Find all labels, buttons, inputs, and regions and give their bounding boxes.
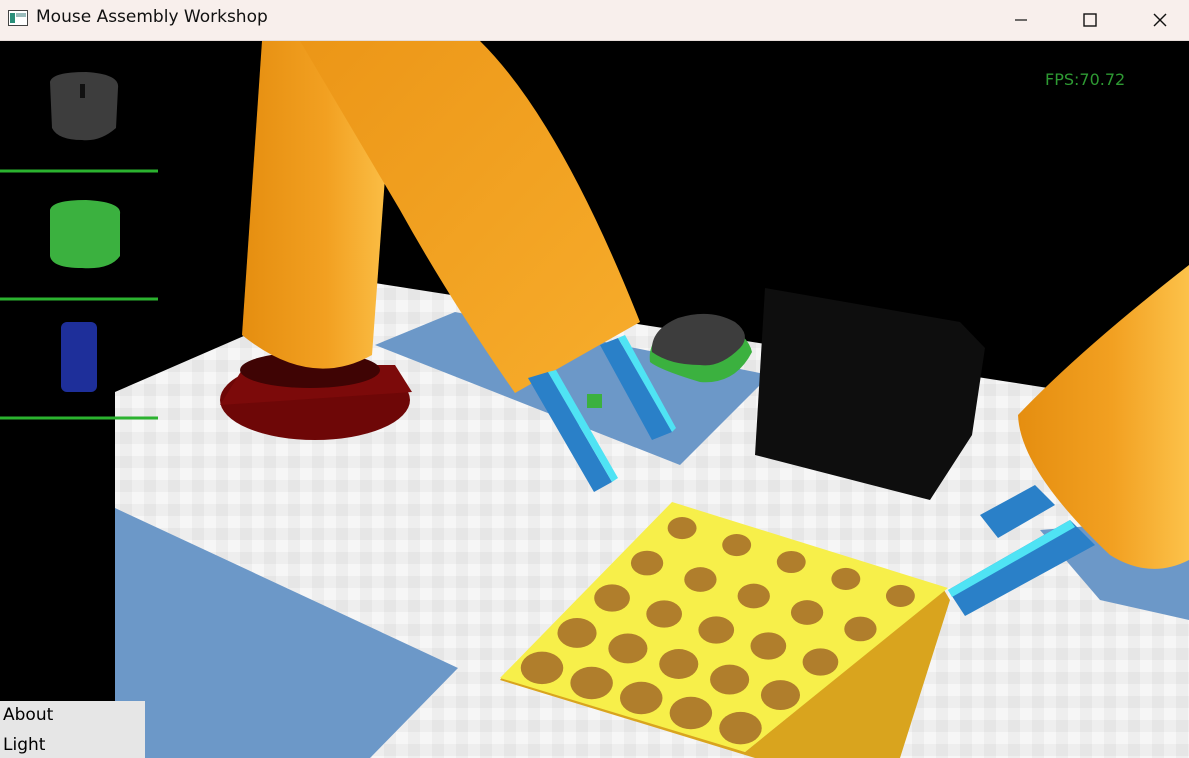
tray-hole xyxy=(776,550,806,574)
tray-hole xyxy=(722,533,752,557)
tray-hole xyxy=(646,600,683,628)
tray-hole xyxy=(737,583,770,609)
tray-hole xyxy=(831,567,861,591)
tray-hole xyxy=(684,567,717,592)
palette-part-base-shell[interactable] xyxy=(50,200,121,269)
minimize-icon xyxy=(1015,19,1027,21)
scene-viewport[interactable] xyxy=(0,41,1189,758)
palette-part-top-shell[interactable] xyxy=(50,72,119,141)
maximize-icon xyxy=(1083,13,1097,27)
maximize-button[interactable] xyxy=(1067,0,1113,40)
tray-hole xyxy=(557,618,597,648)
menu-item-about[interactable]: About xyxy=(3,705,53,725)
fps-counter: FPS:70.72 xyxy=(1045,70,1126,89)
tray-hole xyxy=(667,517,697,540)
parts-palette xyxy=(0,41,158,421)
tray-hole xyxy=(570,666,613,700)
title-bar: Mouse Assembly Workshop xyxy=(0,0,1189,41)
tray-hole xyxy=(719,711,762,745)
close-icon xyxy=(1153,13,1167,27)
tray-hole xyxy=(669,696,713,730)
target-marker xyxy=(587,394,602,408)
tray-hole xyxy=(608,633,648,664)
tray-hole xyxy=(790,600,824,625)
menu-item-light[interactable]: Light xyxy=(3,735,45,755)
palette-part-wheel[interactable] xyxy=(61,322,97,392)
minimize-button[interactable] xyxy=(998,0,1044,40)
tray-hole xyxy=(594,584,630,612)
tray-hole xyxy=(620,681,663,715)
tray-hole xyxy=(710,664,750,695)
tray-hole xyxy=(844,616,877,642)
tray-hole xyxy=(520,651,564,685)
window-title: Mouse Assembly Workshop xyxy=(36,7,268,27)
app-icon xyxy=(8,10,28,26)
tray-hole xyxy=(885,584,915,607)
tray-hole xyxy=(802,648,839,676)
tray-hole xyxy=(659,649,699,679)
tray-hole xyxy=(698,616,735,644)
close-button[interactable] xyxy=(1137,0,1183,40)
context-menu: About Light xyxy=(0,701,145,758)
tray-hole xyxy=(630,550,664,576)
tray-hole xyxy=(750,632,787,660)
tray-hole xyxy=(760,680,801,710)
